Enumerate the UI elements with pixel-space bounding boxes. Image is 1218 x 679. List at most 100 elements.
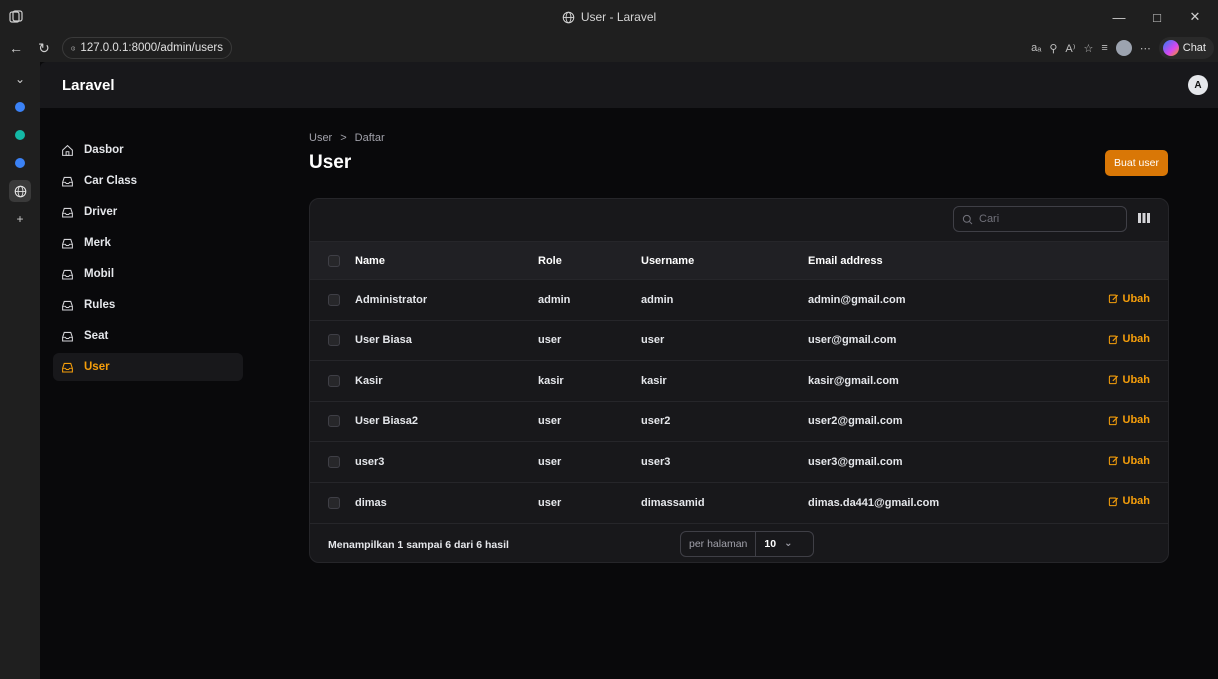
cell-name: Kasir (355, 374, 383, 387)
cell-role: kasir (538, 374, 564, 387)
edit-button[interactable]: Ubah (1108, 374, 1150, 386)
tab-2[interactable] (9, 124, 31, 146)
row-checkbox[interactable] (328, 415, 340, 428)
chevron-down-icon[interactable]: ⌄ (9, 68, 31, 90)
sidebar-item-rules[interactable]: Rules (53, 291, 243, 319)
table-row[interactable]: User Biasa user user user@gmail.com Ubah (310, 320, 1168, 361)
table-row[interactable]: Administrator admin admin admin@gmail.com Ub… (310, 279, 1168, 321)
inbox-icon (62, 300, 73, 310)
vertical-tabs: ⌄ + (0, 62, 40, 679)
table-row[interactable]: dimas user dimassamid dimas.da441@gmail.com… (310, 482, 1168, 523)
translate-icon[interactable]: aₐ (1031, 42, 1041, 54)
refresh-icon[interactable]: ↻ (32, 36, 56, 60)
per-page-value: 10 (764, 537, 777, 550)
cell-name: Administrator (355, 293, 428, 306)
row-checkbox[interactable] (328, 293, 340, 306)
profile-avatar-icon[interactable] (1115, 40, 1132, 56)
globe-icon (14, 185, 26, 197)
sidebar-item-user[interactable]: User (53, 353, 243, 381)
restore-icon[interactable]: □ (1140, 4, 1174, 30)
cell-email: user2@gmail.com (808, 415, 903, 428)
back-arrow-icon[interactable]: ← (4, 36, 28, 60)
edit-button[interactable]: Ubah (1108, 454, 1151, 467)
copilot-chat-button[interactable]: Chat (1158, 37, 1214, 59)
tab-favicon-icon (15, 158, 25, 168)
edit-button[interactable]: Ubah (1108, 495, 1150, 507)
favorite-star-icon[interactable]: ☆ (1083, 42, 1093, 55)
cell-name: user3 (355, 455, 385, 468)
sidebar-item-label: Rules (84, 299, 116, 311)
sidebar-item-dasbor[interactable]: Dasbor (53, 136, 243, 164)
copilot-icon (1162, 40, 1179, 56)
inbox-icon (62, 362, 73, 372)
browser-titlebar: User - Laravel — □ ✕ (0, 0, 1218, 34)
favorites-list-icon[interactable]: ≡ (1101, 42, 1107, 54)
edit-icon (1108, 375, 1118, 385)
workspaces-icon[interactable] (8, 9, 24, 25)
table-toolbar: Cari (310, 199, 1168, 241)
cell-role: user (538, 496, 562, 509)
cell-name: User Biasa (355, 334, 412, 347)
edit-icon (1108, 335, 1118, 344)
close-icon[interactable]: ✕ (1178, 4, 1212, 30)
search-input[interactable]: Cari (953, 206, 1127, 232)
edit-icon (1108, 294, 1118, 304)
tab-3[interactable] (9, 152, 31, 174)
edit-icon (1108, 416, 1118, 425)
column-header-name[interactable]: Name (355, 242, 538, 280)
tab-favicon-icon (15, 130, 25, 140)
tab-active[interactable] (9, 180, 31, 202)
info-icon (71, 46, 76, 50)
cell-email: kasir@gmail.com (808, 374, 899, 387)
minimize-icon[interactable]: — (1102, 4, 1136, 30)
window-title-text: User - Laravel (580, 10, 657, 24)
breadcrumb-separator: > (340, 132, 347, 144)
column-header-role[interactable]: Role (538, 242, 641, 280)
globe-icon (562, 11, 575, 23)
table-footer: Menampilkan 1 sampai 6 dari 6 hasil per … (310, 522, 1168, 563)
sidebar-item-merk[interactable]: Merk (53, 229, 243, 257)
column-header-email[interactable]: Email address (808, 242, 1054, 280)
brand-logo[interactable]: Laravel (62, 77, 115, 94)
edit-label: Ubah (1122, 292, 1151, 305)
sidebar-item-mobil[interactable]: Mobil (53, 260, 243, 288)
new-tab-plus-icon[interactable]: + (9, 208, 31, 230)
inbox-icon (62, 269, 73, 279)
sidebar-item-driver[interactable]: Driver (53, 198, 243, 226)
table-row[interactable]: Kasir kasir kasir kasir@gmail.com Ubah (310, 360, 1168, 402)
edit-label: Ubah (1122, 454, 1151, 467)
inbox-icon (62, 331, 73, 341)
sidebar-item-label: Mobil (84, 268, 115, 280)
select-all-checkbox[interactable] (328, 254, 340, 267)
pagination-summary: Menampilkan 1 sampai 6 dari 6 hasil (328, 538, 509, 551)
tab-1[interactable] (9, 96, 31, 118)
zoom-icon[interactable]: ⚲ (1049, 42, 1057, 55)
more-options-icon[interactable]: ⋯ (1140, 42, 1151, 55)
cell-username: dimassamid (641, 496, 705, 509)
cell-username: admin (641, 293, 674, 306)
sidebar-item-label: Driver (84, 206, 118, 218)
cell-username: user3 (641, 455, 671, 468)
row-checkbox[interactable] (328, 374, 340, 387)
table-row[interactable]: user3 user user3 user3@gmail.com Ubah (310, 441, 1168, 483)
user-avatar[interactable]: A (1188, 75, 1208, 95)
row-checkbox[interactable] (328, 496, 340, 509)
cell-username: user2 (641, 415, 671, 428)
row-checkbox[interactable] (328, 455, 340, 468)
create-user-button[interactable]: Buat user (1105, 150, 1168, 176)
column-toggle-icon[interactable] (1138, 212, 1150, 224)
column-header-username[interactable]: Username (641, 242, 808, 280)
address-bar[interactable]: 127.0.0.1:8000/admin/users (62, 37, 232, 59)
table-header-row: Name Role Username Email address (310, 241, 1168, 280)
per-page-select[interactable]: per halaman 10 ⌄ (680, 530, 814, 557)
edit-button[interactable]: Ubah (1108, 333, 1150, 345)
table-row[interactable]: User Biasa2 user user2 user2@gmail.com Ubah (310, 401, 1168, 442)
sidebar-item-car-class[interactable]: Car Class (53, 167, 243, 195)
edit-button[interactable]: Ubah (1108, 292, 1151, 305)
read-aloud-icon[interactable]: A⁾ (1065, 42, 1075, 55)
edit-icon (1108, 456, 1118, 466)
breadcrumb-user[interactable]: User (309, 132, 332, 144)
row-checkbox[interactable] (328, 334, 340, 347)
sidebar-item-seat[interactable]: Seat (53, 322, 243, 350)
edit-button[interactable]: Ubah (1108, 414, 1150, 426)
